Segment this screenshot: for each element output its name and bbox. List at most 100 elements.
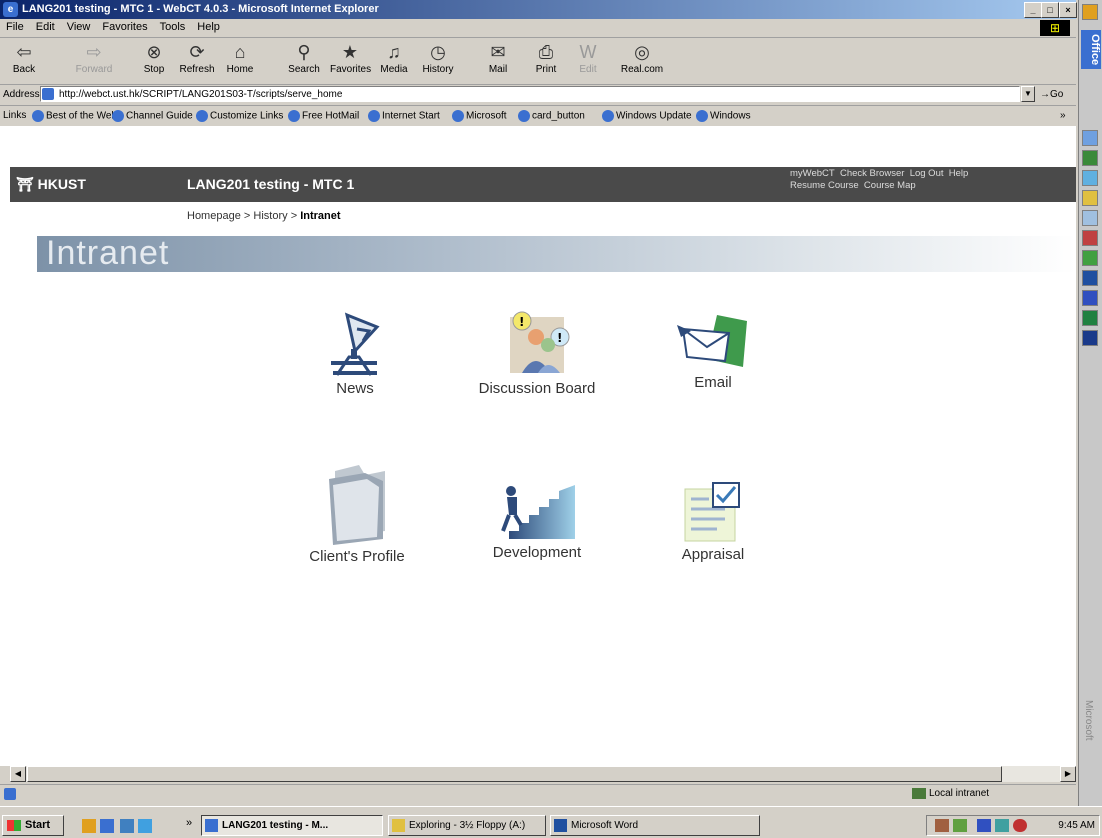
address-dropdown-button[interactable]: ▼ — [1021, 86, 1035, 102]
tray-icon[interactable] — [953, 819, 967, 832]
menu-favorites[interactable]: Favorites — [96, 19, 153, 33]
real-icon: ◎ — [634, 42, 650, 62]
go-button[interactable]: →Go — [1040, 89, 1063, 100]
quicklaunch-overflow-icon[interactable]: » — [186, 817, 192, 829]
office-app-icon[interactable] — [1082, 310, 1098, 326]
link-internet-start[interactable]: Internet Start — [368, 110, 440, 122]
task-ie[interactable]: LANG201 testing - M... — [201, 815, 383, 836]
horizontal-scrollbar[interactable]: ◀ ▶ — [10, 766, 1076, 782]
intranet-icon — [912, 788, 926, 799]
history-button[interactable]: ◷ History — [418, 40, 458, 75]
edit-button[interactable]: W Edit — [568, 40, 608, 75]
course-map-link[interactable]: Course Map — [864, 180, 916, 191]
scroll-thumb[interactable] — [27, 766, 1002, 782]
tool-news[interactable]: News — [300, 311, 410, 397]
mail-button[interactable]: ✉ Mail — [478, 40, 518, 75]
office-app-icon[interactable] — [1082, 250, 1098, 266]
links-overflow-icon[interactable]: » — [1060, 110, 1066, 121]
mywebct-link[interactable]: myWebCT — [790, 168, 835, 179]
favorites-button[interactable]: ★ Favorites — [330, 40, 371, 75]
scroll-left-button[interactable]: ◀ — [10, 766, 26, 782]
tray-icon[interactable] — [977, 819, 991, 832]
help-link[interactable]: Help — [949, 168, 969, 179]
refresh-icon: ⟳ — [189, 42, 205, 62]
office-app-icon[interactable] — [1082, 290, 1098, 306]
links-label: Links — [3, 110, 27, 121]
menu-help[interactable]: Help — [191, 19, 226, 33]
home-icon: ⌂ — [234, 42, 246, 62]
quicklaunch-icon[interactable] — [100, 819, 114, 833]
office-app-icon[interactable] — [1082, 270, 1098, 286]
tool-appraisal[interactable]: Appraisal — [665, 481, 761, 563]
link-microsoft[interactable]: Microsoft — [452, 110, 507, 122]
quicklaunch-icon[interactable] — [120, 819, 134, 833]
link-channel-guide[interactable]: Channel Guide — [112, 110, 193, 122]
tool-email[interactable]: Email — [665, 311, 761, 391]
tool-clients-profile[interactable]: Client's Profile — [282, 461, 432, 565]
tray-icon[interactable] — [1013, 819, 1027, 832]
link-card-button[interactable]: card_button — [518, 110, 585, 122]
status-page-icon — [4, 788, 16, 800]
logout-link[interactable]: Log Out — [910, 168, 944, 179]
link-icon — [696, 110, 708, 122]
address-input[interactable]: http://webct.ust.hk/SCRIPT/LANG201S03-T/… — [40, 86, 1020, 102]
menu-tools[interactable]: Tools — [154, 19, 192, 33]
tray-icon[interactable] — [995, 819, 1009, 832]
scroll-right-button[interactable]: ▶ — [1060, 766, 1076, 782]
search-button[interactable]: ⚲ Search — [284, 40, 324, 75]
start-button[interactable]: Start — [2, 815, 64, 836]
menu-edit[interactable]: Edit — [30, 19, 61, 33]
quicklaunch-icon[interactable] — [138, 819, 152, 833]
real-button[interactable]: ◎ Real.com — [612, 40, 672, 75]
tool-discussion-board[interactable]: ! ! Discussion Board — [462, 311, 612, 397]
link-windows-update[interactable]: Windows Update — [602, 110, 692, 122]
media-button[interactable]: ♫ Media — [374, 40, 414, 75]
office-menu-icon[interactable] — [1082, 4, 1098, 20]
office-app-icon[interactable] — [1082, 130, 1098, 146]
hkust-logo[interactable]: ⛩ HKUST — [16, 176, 86, 193]
close-button[interactable]: × — [1059, 2, 1077, 18]
task-word[interactable]: Microsoft Word — [550, 815, 760, 836]
print-button[interactable]: ⎙ Print — [526, 40, 566, 75]
forward-button[interactable]: ⇨ Forward — [74, 40, 114, 75]
breadcrumb-homepage[interactable]: Homepage — [187, 210, 241, 222]
back-button[interactable]: ⇦ Back — [4, 40, 44, 75]
search-icon: ⚲ — [297, 42, 311, 62]
office-app-icon[interactable] — [1082, 150, 1098, 166]
stop-icon: ⊗ — [146, 42, 162, 62]
task-explorer[interactable]: Exploring - 3½ Floppy (A:) — [388, 815, 546, 836]
office-app-icon[interactable] — [1082, 210, 1098, 226]
microsoft-label: Microsoft — [1083, 700, 1094, 741]
link-customize[interactable]: Customize Links — [196, 110, 283, 122]
menu-file[interactable]: File — [0, 19, 30, 33]
resume-course-link[interactable]: Resume Course — [790, 180, 859, 191]
home-button[interactable]: ⌂ Home — [220, 40, 260, 75]
breadcrumb-history[interactable]: History — [253, 210, 287, 222]
check-browser-link[interactable]: Check Browser — [840, 168, 904, 179]
menu-view[interactable]: View — [61, 19, 97, 33]
link-windows[interactable]: Windows — [696, 110, 751, 122]
office-app-icon[interactable] — [1082, 330, 1098, 346]
link-hotmail[interactable]: Free HotMail — [288, 110, 359, 122]
window-title: LANG201 testing - MTC 1 - WebCT 4.0.3 - … — [22, 3, 379, 15]
clock: 9:45 AM — [1058, 820, 1095, 831]
link-best-of-web[interactable]: Best of the Web — [32, 110, 117, 122]
minimize-button[interactable]: _ — [1024, 2, 1042, 18]
svg-text:!: ! — [519, 315, 524, 329]
tool-development[interactable]: Development — [462, 481, 612, 561]
tool-label: Client's Profile — [309, 548, 405, 565]
office-app-icon[interactable] — [1082, 170, 1098, 186]
office-app-icon[interactable] — [1082, 190, 1098, 206]
stop-button[interactable]: ⊗ Stop — [134, 40, 174, 75]
header-links: myWebCT Check Browser Log Out Help Resum… — [790, 168, 968, 192]
ie-icon: e — [3, 2, 18, 17]
tray-icon[interactable] — [935, 819, 949, 832]
refresh-button[interactable]: ⟳ Refresh — [177, 40, 217, 75]
mail-icon: ✉ — [490, 42, 506, 62]
explorer-task-icon — [392, 819, 405, 832]
maximize-button[interactable]: □ — [1041, 2, 1059, 18]
office-app-icon[interactable] — [1082, 230, 1098, 246]
address-label: Address — [3, 89, 40, 100]
tool-label: Discussion Board — [478, 380, 596, 397]
quicklaunch-icon[interactable] — [82, 819, 96, 833]
